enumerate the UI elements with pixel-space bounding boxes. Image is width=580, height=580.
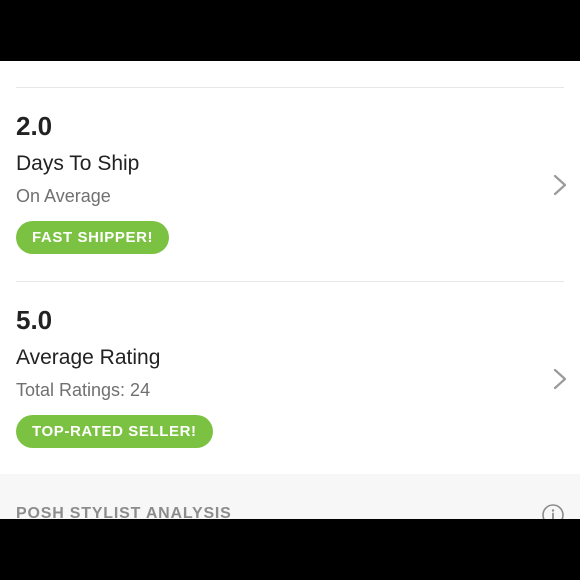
fast-shipper-badge: FAST SHIPPER!	[16, 221, 170, 254]
chevron-right-icon[interactable]	[551, 173, 569, 197]
letterbox-bottom	[0, 519, 580, 580]
days-to-ship-subtitle: On Average	[16, 186, 111, 206]
top-rated-seller-badge: TOP-RATED SELLER!	[16, 415, 213, 448]
days-to-ship-row[interactable]: 2.0 Days To Ship On Average FAST SHIPPER…	[0, 111, 580, 291]
average-rating-label: Average Rating	[16, 346, 161, 369]
days-to-ship-value: 2.0	[16, 111, 53, 141]
info-icon[interactable]	[541, 503, 565, 519]
average-rating-value: 5.0	[16, 305, 53, 335]
top-divider	[16, 87, 564, 88]
days-to-ship-label: Days To Ship	[16, 152, 140, 175]
total-ratings-text: Total Ratings: 24	[16, 380, 151, 400]
seller-stats-screen: 2.0 Days To Ship On Average FAST SHIPPER…	[0, 61, 580, 519]
section-title: POSH STYLIST ANALYSIS	[16, 505, 232, 519]
letterbox-top	[0, 0, 580, 61]
chevron-right-icon[interactable]	[551, 367, 569, 391]
posh-stylist-analysis-header: POSH STYLIST ANALYSIS	[0, 474, 580, 519]
middle-divider	[16, 281, 564, 282]
average-rating-row[interactable]: 5.0 Average Rating Total Ratings: 24 TOP…	[0, 305, 580, 485]
